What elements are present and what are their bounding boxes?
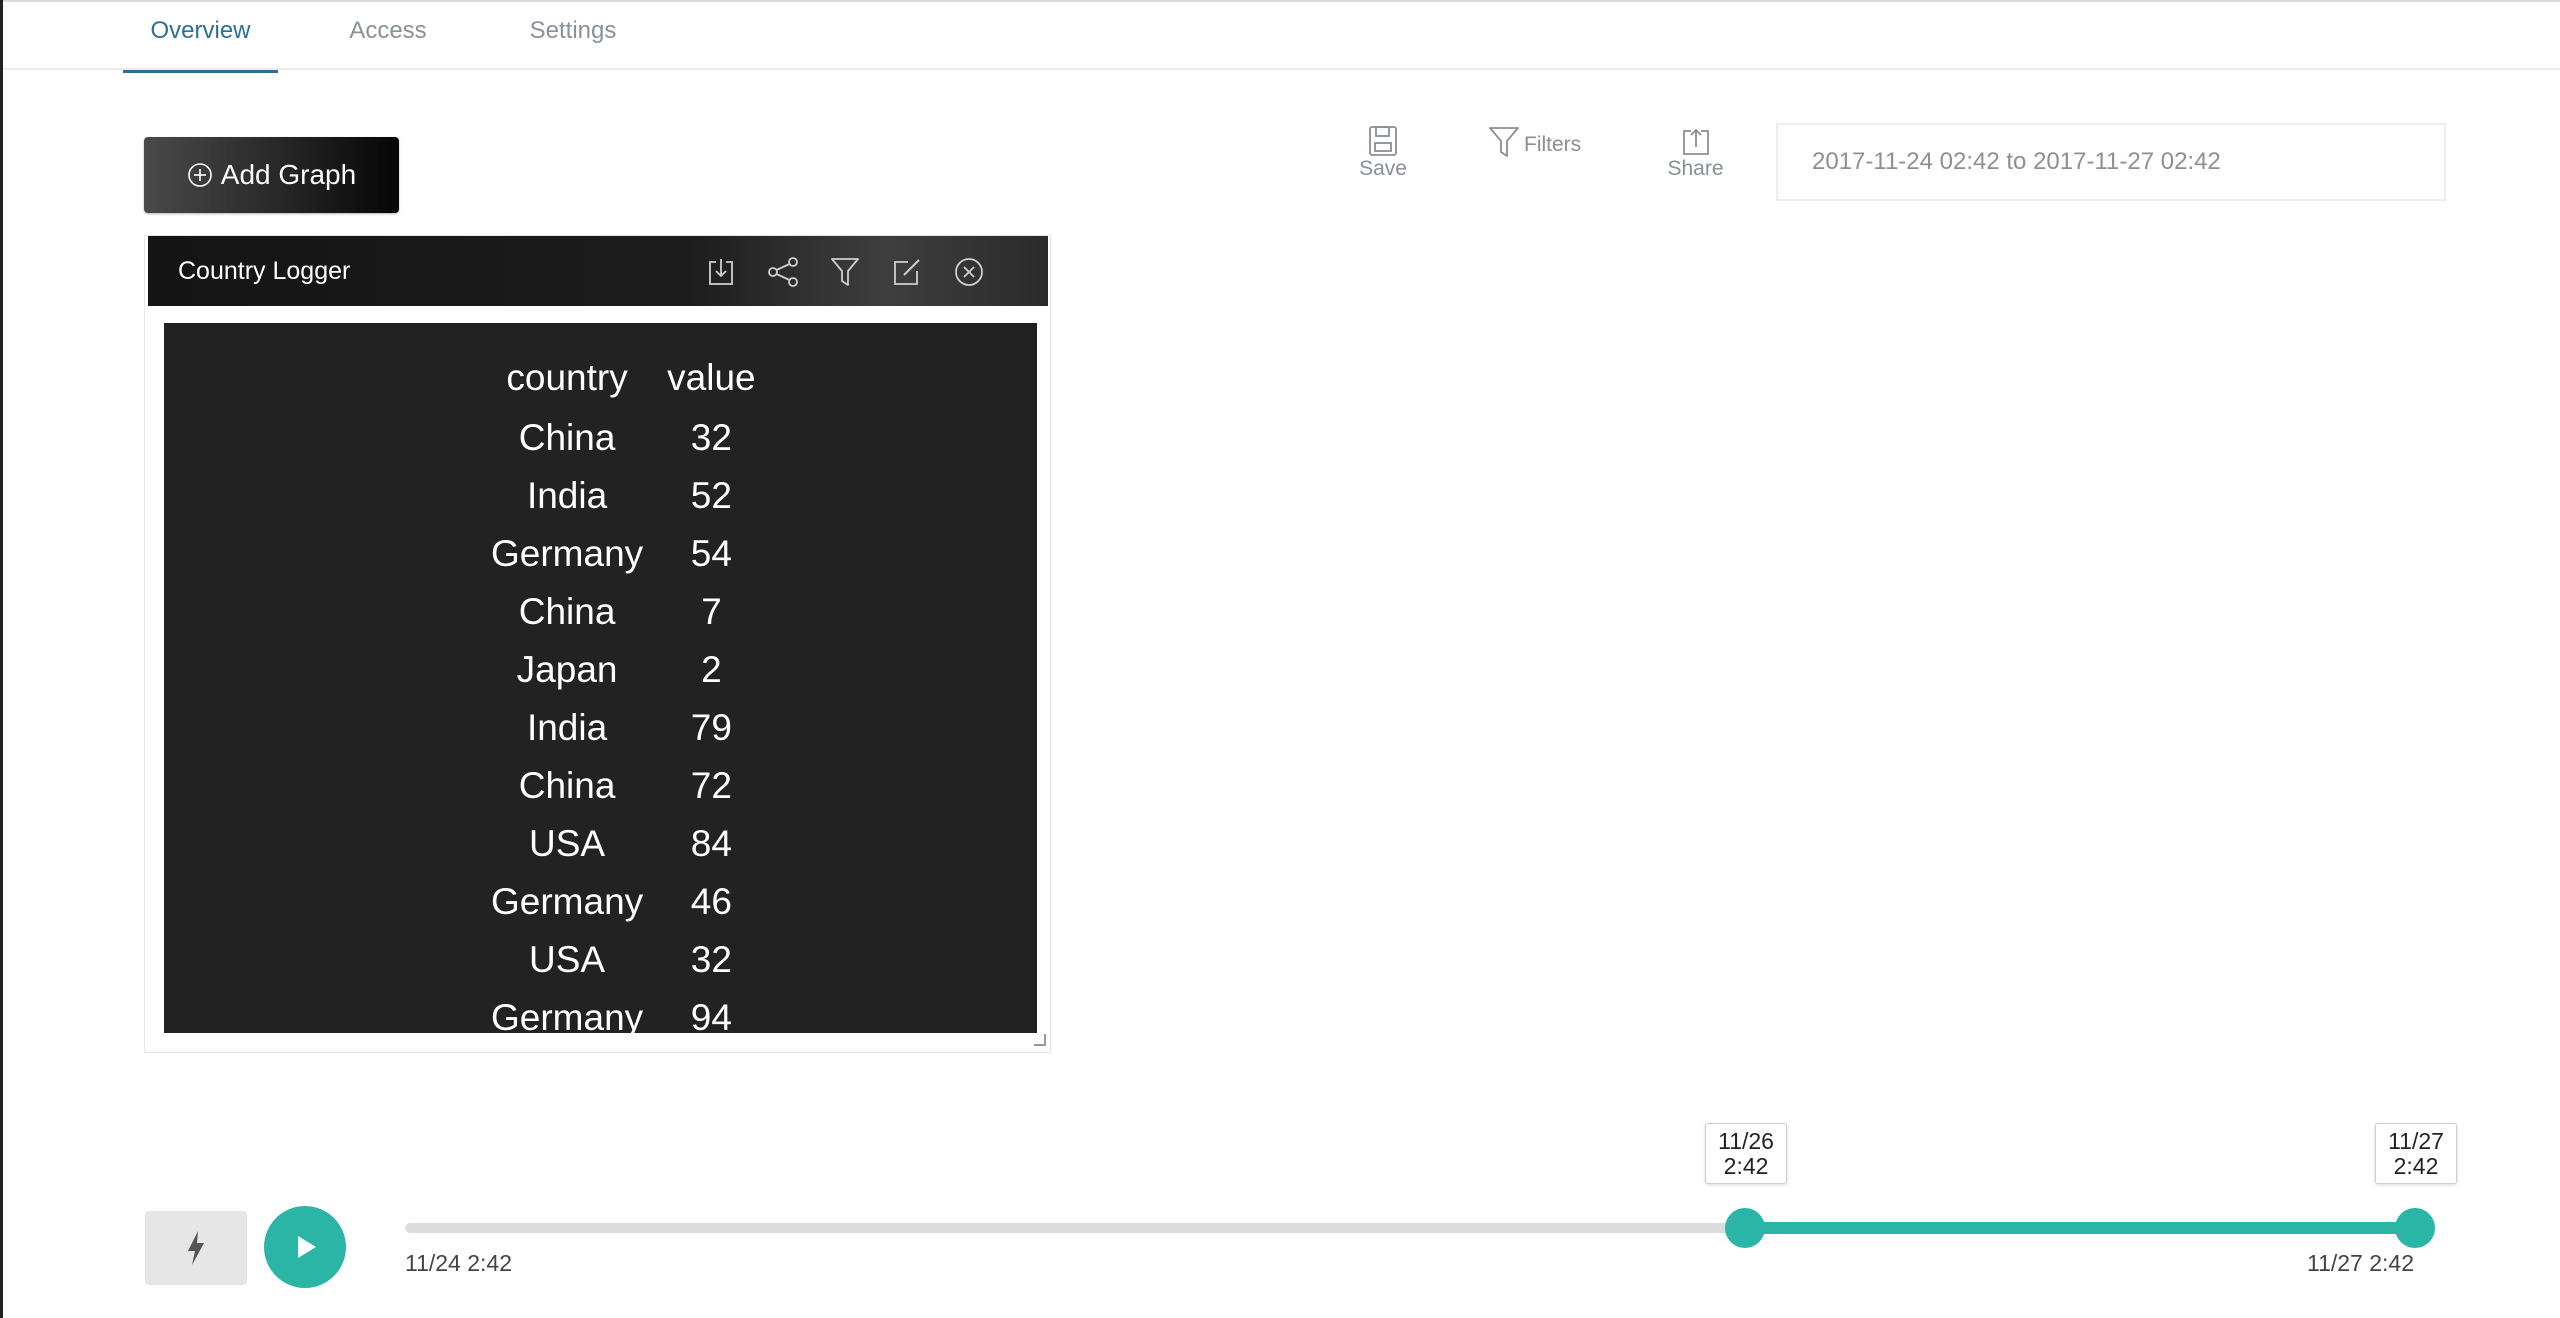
table-row: Germany 94 [479,989,768,1033]
value-cell: 7 [701,591,722,632]
resize-handle[interactable] [1034,1034,1046,1046]
country-cell: Germany [491,881,644,922]
timeline-start-label: 11/24 2:42 [405,1250,513,1276]
add-graph-label: Add Graph [220,159,357,190]
close-icon[interactable] [950,253,988,291]
filters-label: Filters [1524,133,1582,156]
table-row: India 79 [479,699,768,757]
page: Overview Access Settings Add Graph Save … [0,0,2560,1318]
play-button[interactable] [264,1206,346,1288]
country-cell: China [518,591,616,632]
tooltip-time: 2:42 [1723,1153,1769,1179]
table-row: USA 84 [479,815,768,873]
value-cell: 2 [701,649,722,690]
value-cell: 52 [690,475,732,516]
download-icon[interactable] [702,253,740,291]
value-cell: 84 [690,823,732,864]
column-header-value: value [667,357,756,398]
tab-overview[interactable]: Overview [123,2,278,73]
tab-access[interactable]: Access [333,2,443,70]
country-cell: Germany [491,533,644,574]
widget-title: Country Logger [178,257,351,285]
table-row: Japan 2 [479,641,768,699]
play-icon [298,1236,316,1258]
value-cell: 46 [690,881,732,922]
share-button[interactable]: Share [1658,127,1733,181]
country-cell: China [518,417,616,458]
end-handle-tooltip: 11/27 2:42 [2375,1123,2457,1184]
value-cell: 32 [690,939,732,980]
table-row: Germany 46 [479,873,768,931]
widget-header[interactable]: Country Logger [148,236,1048,306]
timeline-end-label: 11/27 2:42 [2306,1250,2414,1276]
widget-actions [702,253,988,291]
country-cell: USA [529,823,606,864]
bolt-icon [188,1231,204,1265]
start-handle-tooltip: 11/26 2:42 [1705,1123,1788,1184]
widget-body: country value China 32 India 52 Germany 54 … [164,323,1037,1033]
country-cell: India [526,707,608,748]
country-cell: USA [529,939,606,980]
graph-widget: Country Logger country value China 32 In… [144,235,1051,1053]
save-icon [1369,126,1397,156]
filters-button[interactable]: Filters [1488,125,1581,159]
tab-settings[interactable]: Settings [513,2,633,70]
save-label: Save [1359,157,1407,180]
value-cell: 32 [690,417,732,458]
range-start-handle[interactable] [1725,1208,1766,1248]
edit-icon[interactable] [888,253,926,291]
value-cell: 72 [690,765,732,806]
tab-bar: Overview Access Settings [3,0,2560,73]
save-button[interactable]: Save [1348,125,1418,181]
tooltip-date: 11/26 [1718,1128,1774,1154]
value-cell: 54 [690,533,732,574]
data-table: country value China 32 India 52 Germany 54 … [479,343,768,1033]
table-row: China 32 [479,409,768,467]
date-range-input[interactable]: 2017-11-24 02:42 to 2017-11-27 02:42 [1776,123,2446,201]
country-cell: Japan [516,649,618,690]
table-row: USA 32 [479,931,768,989]
timeline-selected-range [1745,1222,2415,1234]
share-icon[interactable] [764,253,802,291]
country-cell: Germany [491,997,644,1033]
value-cell: 79 [690,707,732,748]
add-graph-button[interactable]: Add Graph [144,137,399,213]
live-mode-button[interactable] [145,1211,247,1285]
country-cell: China [518,765,616,806]
range-end-handle[interactable] [2395,1208,2435,1248]
table-header-row: country value [479,343,768,409]
filter-icon [1489,127,1519,157]
table-row: China 72 [479,757,768,815]
tooltip-time: 2:42 [2393,1153,2439,1179]
filter-icon[interactable] [826,253,864,291]
tooltip-date: 11/27 [2388,1128,2444,1154]
table-row: India 52 [479,467,768,525]
table-row: Germany 54 [479,525,768,583]
column-header-country: country [506,357,628,398]
share-label: Share [1667,157,1724,180]
plus-circle-icon [187,163,212,187]
value-cell: 94 [690,997,732,1033]
country-cell: India [526,475,608,516]
upload-icon [1682,128,1709,155]
table-row: China 7 [479,583,768,641]
